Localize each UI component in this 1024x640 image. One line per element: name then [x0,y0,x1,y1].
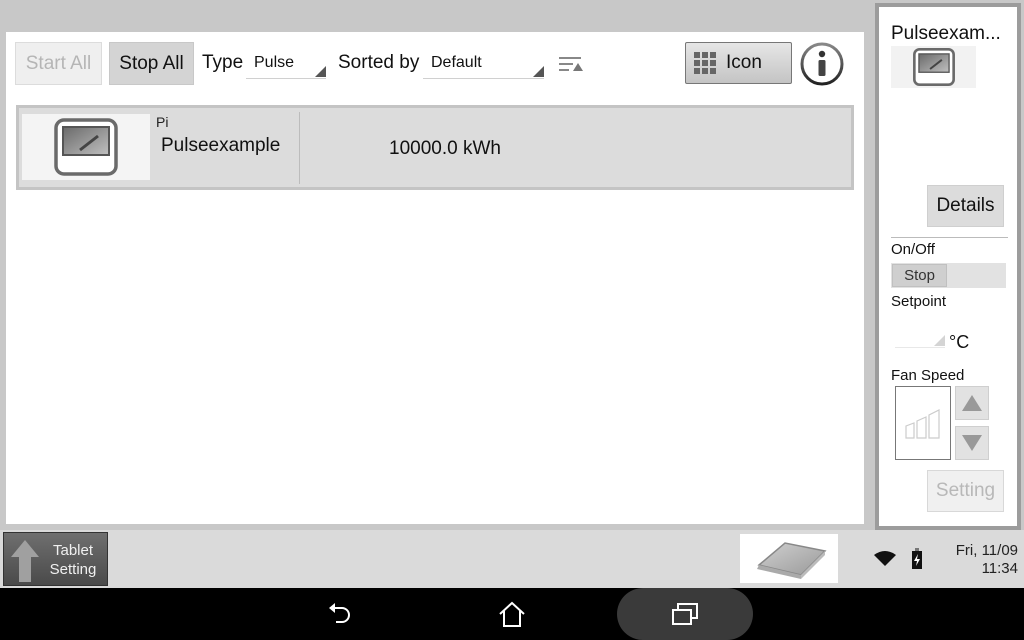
home-button[interactable] [482,588,542,640]
on-off-toggle[interactable]: Stop [891,263,1006,288]
tablet-setting-button[interactable]: Tablet Setting [3,532,108,586]
navigation-bar [0,588,1024,640]
main-panel: Start All Stop All Type Pulse Sorted by … [6,32,864,524]
start-all-button[interactable]: Start All [15,42,102,85]
stop-state: Stop [892,264,947,287]
side-panel-title: Pulseexam... [891,23,1001,44]
detail-side-panel: Pulseexam... Details On/Off Stop Setpoin… [875,3,1021,530]
setpoint-dropdown[interactable] [895,322,945,348]
wifi-icon [874,551,896,566]
grid-icon [694,52,716,74]
stop-all-button[interactable]: Stop All [109,42,194,85]
item-name: Pulseexample [161,135,281,156]
tray-icon[interactable] [740,534,838,583]
setting-button[interactable]: Setting [927,470,1004,512]
time: 11:34 [981,560,1018,577]
screen: Start All Stop All Type Pulse Sorted by … [0,0,1024,640]
fan-speed-indicator [895,386,951,460]
setpoint-unit: °C [949,332,970,352]
back-button[interactable] [310,588,370,640]
dropdown-arrow-icon [533,66,544,77]
sort-order-icon[interactable] [559,55,585,73]
divider [299,112,300,184]
tablet-setting-line1: Tablet [52,542,94,559]
status-bar: Tablet Setting Fri, 11/09 11:34 [0,530,1024,588]
date: Fri, 11/09 [955,542,1018,559]
item-value: 10000.0 kWh [389,138,501,159]
divider [891,237,1008,238]
home-icon [499,601,525,627]
on-off-label: On/Off [891,241,935,258]
sort-dropdown[interactable]: Default [423,51,544,79]
dropdown-arrow-icon [934,335,945,346]
type-dropdown[interactable]: Pulse [246,51,326,79]
arrow-up-icon [11,540,39,582]
type-label: Type [202,52,244,73]
icon-view-button[interactable]: Icon [685,42,792,84]
tablet-setting-line2: Setting [49,561,97,578]
fan-speed-label: Fan Speed [891,367,965,384]
triangle-up-icon [962,395,982,411]
fan-speed-down-button[interactable] [955,426,989,460]
details-button[interactable]: Details [927,185,1004,227]
pulse-meter-icon [22,114,150,180]
dropdown-arrow-icon [315,66,326,77]
sorted-by-label: Sorted by [338,52,420,73]
list-item[interactable]: Pi Pulseexample 10000.0 kWh [16,105,854,190]
toolbar: Start All Stop All Type Pulse Sorted by … [6,32,864,102]
sort-dropdown-value: Default [431,54,482,71]
triangle-down-icon [962,435,982,451]
fan-speed-bars-icon [905,409,940,439]
battery-charging-icon [912,548,922,569]
item-category: Pi [156,114,169,130]
recent-apps-icon [672,603,698,625]
clock: Fri, 11/09 11:34 [956,542,1018,578]
recent-apps-button[interactable] [617,588,753,640]
fan-speed-up-button[interactable] [955,386,989,420]
info-icon[interactable] [800,42,844,86]
pulse-meter-icon [891,46,976,88]
icon-view-label: Icon [726,52,762,73]
type-dropdown-value: Pulse [254,54,295,71]
setpoint-label: Setpoint [891,293,947,310]
back-icon [329,603,350,623]
